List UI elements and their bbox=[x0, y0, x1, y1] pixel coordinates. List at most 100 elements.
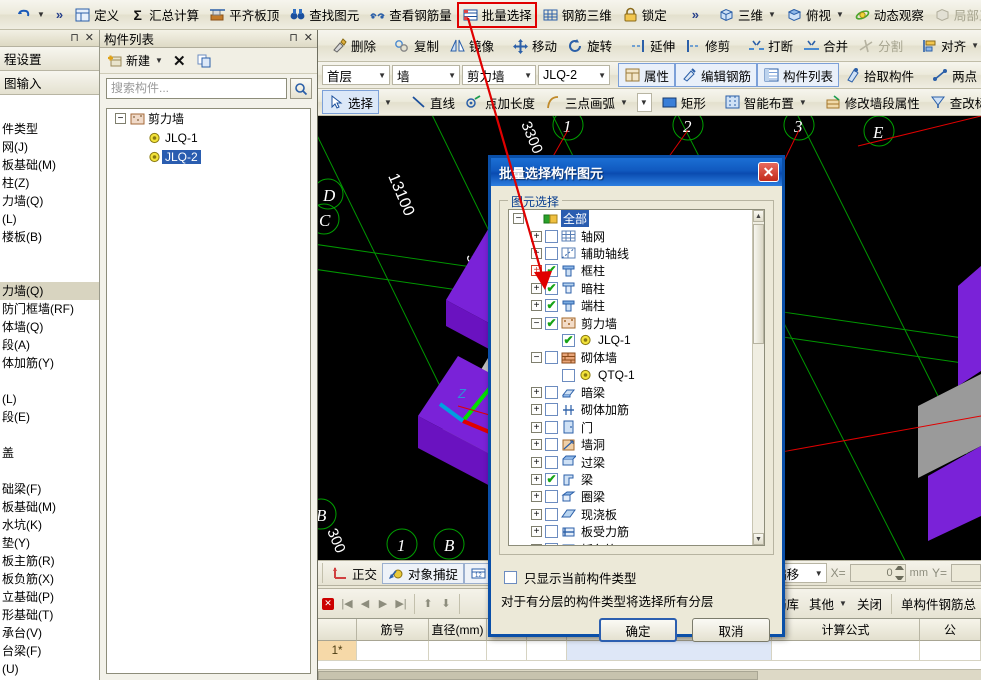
nav-item[interactable]: (L) bbox=[0, 390, 99, 408]
nav-item[interactable]: 垫(Y) bbox=[0, 534, 99, 552]
nav-item[interactable]: 件类型 bbox=[0, 120, 99, 138]
nav-item[interactable]: 楼板(B) bbox=[0, 228, 99, 246]
point-length-button[interactable]: 点加长度 bbox=[460, 90, 540, 114]
cell-formula[interactable] bbox=[772, 641, 920, 661]
ortho-toggle[interactable]: 正交 bbox=[327, 563, 382, 584]
nav-item[interactable]: 网(J) bbox=[0, 138, 99, 156]
nav-item[interactable]: (U) bbox=[0, 660, 99, 678]
expand-expander-icon[interactable]: + bbox=[531, 456, 542, 468]
smart-layout-caret-icon[interactable]: ▼ bbox=[799, 98, 807, 107]
edit-rebar-button[interactable]: 编辑钢筋 bbox=[675, 63, 758, 87]
node-checkbox[interactable] bbox=[545, 438, 558, 452]
find-element-button[interactable]: 查找图元 bbox=[284, 3, 364, 27]
nav-item[interactable]: 板主筋(R) bbox=[0, 552, 99, 570]
define-button[interactable]: 定义 bbox=[69, 3, 124, 27]
close-icon[interactable]: ✕ bbox=[85, 32, 94, 44]
node-checkbox[interactable] bbox=[545, 455, 558, 469]
node-checkbox[interactable] bbox=[545, 351, 558, 365]
top-view-button[interactable]: 俯视 ▼ bbox=[781, 3, 849, 27]
node-checkbox[interactable] bbox=[545, 420, 558, 434]
top-view-caret-icon[interactable]: ▼ bbox=[836, 10, 844, 19]
align-caret-icon[interactable]: ▼ bbox=[971, 41, 979, 50]
expand-expander-icon[interactable]: + bbox=[531, 300, 542, 312]
pin-icon[interactable]: ⊓ bbox=[70, 32, 79, 44]
copy-button[interactable]: 复制 bbox=[389, 34, 444, 58]
total-rebar-button[interactable]: 单构件钢筋总 bbox=[896, 593, 981, 614]
node-checkbox[interactable] bbox=[545, 229, 558, 243]
collapse-expander-icon[interactable]: − bbox=[115, 113, 126, 124]
element-tree-node[interactable]: QTQ-1 bbox=[509, 367, 752, 384]
expand-expander-icon[interactable]: + bbox=[531, 439, 542, 451]
collapse-expander-icon[interactable]: − bbox=[513, 213, 524, 225]
element-tree-node[interactable]: + 墙洞 bbox=[509, 436, 752, 453]
component-list-button[interactable]: 构件列表 bbox=[757, 63, 840, 87]
expand-expander-icon[interactable]: + bbox=[531, 282, 542, 294]
nav-down-button[interactable]: ⬇ bbox=[437, 595, 455, 613]
modify-wall-segment-button[interactable]: 修改墙段属性 bbox=[820, 90, 925, 114]
expand-expander-icon[interactable]: + bbox=[531, 230, 542, 242]
other-caret-icon[interactable]: ▼ bbox=[839, 599, 847, 608]
delete-component-button[interactable]: ✕ bbox=[173, 52, 186, 70]
split-button[interactable]: 分割 bbox=[853, 34, 908, 58]
expand-expander-icon[interactable]: + bbox=[531, 265, 542, 277]
element-tree-node[interactable]: + 现浇板 bbox=[509, 506, 752, 523]
nav-item[interactable]: 柱(Z) bbox=[0, 174, 99, 192]
element-tree-node[interactable]: + 板受力筋 bbox=[509, 523, 752, 540]
expand-expander-icon[interactable]: + bbox=[531, 508, 542, 520]
nav-item[interactable]: 承台(V) bbox=[0, 624, 99, 642]
batch-select-button[interactable]: 批量选择 bbox=[456, 1, 537, 28]
cell-blank3[interactable] bbox=[567, 641, 772, 661]
two-point-button[interactable]: 两点 bbox=[927, 63, 981, 87]
scroll-down-arrow-icon[interactable]: ▼ bbox=[753, 533, 764, 545]
lock-button[interactable]: 锁定 bbox=[617, 3, 672, 27]
element-tree-node[interactable]: JLQ-1 bbox=[509, 332, 752, 349]
partial-3d-button[interactable]: 局部三维 bbox=[929, 3, 981, 27]
element-tree-node[interactable]: +梁 bbox=[509, 471, 752, 488]
grid-col-rebar-no[interactable]: 筋号 bbox=[357, 619, 429, 641]
close-grid-icon[interactable]: ✕ bbox=[322, 597, 334, 610]
node-checkbox-checked[interactable] bbox=[545, 299, 558, 313]
element-tree-node[interactable]: − 剪力墙 bbox=[509, 314, 752, 331]
element-tree-node[interactable]: + 端柱 bbox=[509, 297, 752, 314]
pick-component-button[interactable]: 拾取构件 bbox=[839, 63, 919, 87]
collapse-expander-icon[interactable]: − bbox=[531, 317, 542, 329]
node-checkbox[interactable] bbox=[545, 525, 558, 539]
smart-layout-button[interactable]: 智能布置 ▼ bbox=[719, 90, 812, 114]
check-elevation-button[interactable]: 查改标高 bbox=[925, 90, 981, 114]
view-3d-button[interactable]: 三维 ▼ bbox=[713, 3, 781, 27]
node-checkbox-checked[interactable] bbox=[545, 281, 558, 295]
nav-item[interactable]: 盖 bbox=[0, 444, 99, 462]
search-button[interactable] bbox=[290, 78, 312, 99]
new-component-button[interactable]: 新建 ▼ bbox=[106, 52, 163, 69]
nav-item[interactable]: 力墙(Q) bbox=[0, 192, 99, 210]
tree-node-jlq2[interactable]: JLQ-2 bbox=[107, 147, 310, 166]
close-button[interactable]: 关闭 bbox=[852, 593, 887, 614]
nav-prev-button[interactable]: ◀ bbox=[356, 595, 374, 613]
grid-scroll-thumb[interactable] bbox=[318, 671, 758, 680]
draw-mode-combo[interactable]: ▼ bbox=[636, 92, 652, 112]
merge-button[interactable]: 合并 bbox=[798, 34, 853, 58]
cell-blank1[interactable] bbox=[487, 641, 527, 661]
nav-up-button[interactable]: ⬆ bbox=[419, 595, 437, 613]
scroll-up-arrow-icon[interactable]: ▲ bbox=[753, 210, 764, 222]
tree-node-shear-wall[interactable]: − 剪力墙 bbox=[107, 109, 310, 128]
grid-col-formula2[interactable]: 公 bbox=[920, 619, 981, 641]
trim-button[interactable]: 修剪 bbox=[680, 34, 735, 58]
nav-first-button[interactable]: |◀ bbox=[338, 595, 356, 613]
nav-last-button[interactable]: ▶| bbox=[392, 595, 410, 613]
grid-horizontal-scrollbar[interactable] bbox=[318, 669, 981, 680]
view-3d-caret-icon[interactable]: ▼ bbox=[768, 10, 776, 19]
element-tree-node[interactable]: + 圈梁 bbox=[509, 488, 752, 505]
dynamic-observe-button[interactable]: 动态观察 bbox=[849, 3, 929, 27]
nav-item[interactable]: 板负筋(X) bbox=[0, 570, 99, 588]
cell-rebar-no[interactable] bbox=[357, 641, 429, 661]
expand-expander-icon[interactable]: + bbox=[531, 247, 542, 259]
cell-diameter[interactable] bbox=[429, 641, 487, 661]
nav-item[interactable]: (L) bbox=[0, 210, 99, 228]
element-tree-node[interactable]: + 暗柱 bbox=[509, 280, 752, 297]
element-tree-node[interactable]: + 砌体加筋 bbox=[509, 401, 752, 418]
chevron-down-icon[interactable]: ▼ bbox=[448, 71, 456, 80]
node-checkbox[interactable] bbox=[545, 507, 558, 521]
element-tree-node[interactable]: + 暗梁 bbox=[509, 384, 752, 401]
cell-formula2[interactable] bbox=[920, 641, 981, 661]
